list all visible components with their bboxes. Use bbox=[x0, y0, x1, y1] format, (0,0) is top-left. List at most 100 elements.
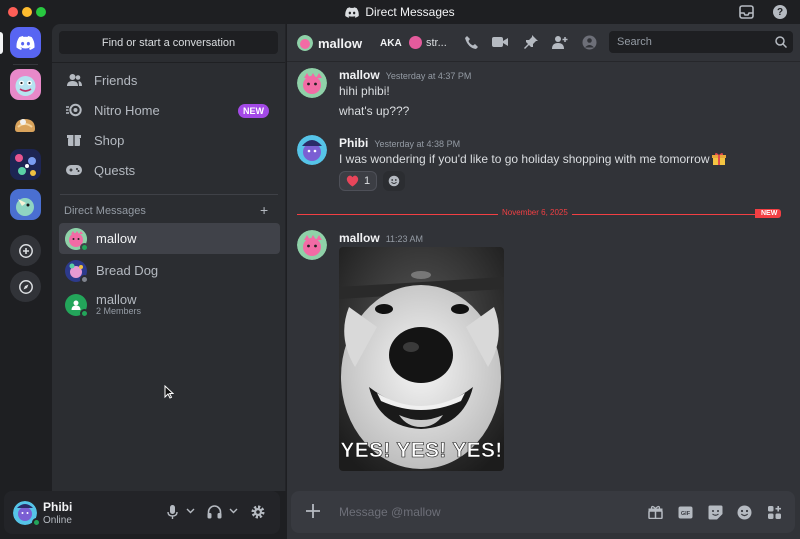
aka-avatar bbox=[409, 36, 422, 49]
headphones-icon[interactable] bbox=[207, 505, 222, 519]
audio-options-chevron-down-icon[interactable] bbox=[229, 508, 238, 514]
server-icon-flowers[interactable] bbox=[10, 149, 41, 180]
chat-header: mallow AKA str... Search bbox=[287, 24, 800, 62]
inbox-icon[interactable] bbox=[739, 5, 754, 19]
composer-area: Message @mallow GIF bbox=[287, 491, 800, 539]
settings-gear-icon[interactable] bbox=[250, 504, 266, 520]
divider-date: November 6, 2025 bbox=[498, 208, 572, 217]
message-avatar[interactable] bbox=[297, 68, 327, 98]
server-icon-bird[interactable] bbox=[10, 189, 41, 220]
window-title-text: Direct Messages bbox=[365, 5, 455, 19]
sticker-icon[interactable] bbox=[706, 503, 724, 521]
nav-shop-label: Shop bbox=[94, 132, 125, 148]
window-title: Direct Messages bbox=[0, 0, 800, 24]
message-avatar[interactable] bbox=[297, 135, 327, 165]
discord-icon bbox=[345, 6, 360, 18]
discord-logo-icon bbox=[16, 35, 35, 50]
message-header: Phibi Yesterday at 4:38 PM bbox=[339, 136, 460, 150]
dm-item-bread-dog[interactable]: Bread Dog bbox=[59, 255, 280, 286]
message-content: I was wondering if you'd like to go holi… bbox=[339, 152, 727, 166]
upload-plus-icon[interactable] bbox=[305, 503, 321, 519]
message-author[interactable]: mallow bbox=[339, 231, 380, 245]
avatar bbox=[65, 259, 89, 284]
aka-name[interactable]: str... bbox=[426, 37, 447, 49]
message-header: mallow Yesterday at 4:37 PM bbox=[339, 68, 471, 82]
message-input-placeholder: Message @mallow bbox=[339, 505, 441, 519]
sidebar-divider bbox=[52, 62, 285, 63]
message-avatar[interactable] bbox=[297, 230, 327, 260]
gift-icon[interactable] bbox=[646, 503, 664, 521]
find-conversation-button[interactable]: Find or start a conversation bbox=[59, 31, 278, 54]
quests-icon bbox=[66, 162, 82, 178]
pinned-messages-icon[interactable] bbox=[524, 35, 538, 49]
shop-icon bbox=[66, 132, 82, 148]
add-server-button[interactable] bbox=[10, 235, 41, 266]
search-input[interactable]: Search bbox=[609, 31, 793, 53]
user-panel: Phibi Online bbox=[4, 491, 280, 534]
user-profile-icon[interactable] bbox=[582, 35, 597, 50]
online-status-icon bbox=[80, 242, 89, 252]
microphone-icon[interactable] bbox=[167, 505, 178, 520]
sidebar-divider bbox=[60, 194, 278, 195]
dm-item-group-mallow[interactable]: mallow 2 Members bbox=[59, 288, 280, 322]
nav-nitro-label: Nitro Home bbox=[94, 102, 160, 118]
message-timestamp: Yesterday at 4:37 PM bbox=[385, 71, 472, 81]
server-icon-bread[interactable] bbox=[10, 109, 41, 140]
nav-shop[interactable]: Shop bbox=[59, 126, 280, 154]
rail-divider bbox=[13, 64, 38, 65]
title-bar: Direct Messages ? bbox=[0, 0, 800, 24]
voice-call-icon[interactable] bbox=[464, 35, 479, 50]
dm-item-label: mallow bbox=[96, 291, 137, 307]
gif-attachment[interactable]: YES! YES! YES! bbox=[339, 247, 504, 471]
dm-item-mallow[interactable]: mallow bbox=[59, 223, 280, 254]
search-placeholder: Search bbox=[617, 36, 652, 48]
message-list: mallow Yesterday at 4:37 PM hihi phibi! … bbox=[287, 62, 800, 491]
nitro-icon bbox=[66, 102, 82, 118]
message-author[interactable]: mallow bbox=[339, 68, 380, 82]
nav-friends[interactable]: Friends bbox=[59, 66, 280, 94]
gif-caption: YES! YES! YES! bbox=[340, 439, 503, 463]
reaction-count: 1 bbox=[363, 175, 371, 187]
help-icon[interactable]: ? bbox=[773, 5, 787, 19]
user-name: Phibi bbox=[43, 500, 73, 514]
search-icon bbox=[775, 36, 787, 48]
create-dm-button[interactable]: + bbox=[260, 202, 268, 218]
gif-icon[interactable]: GIF bbox=[676, 503, 694, 521]
mic-options-chevron-down-icon[interactable] bbox=[186, 508, 195, 514]
add-friends-to-dm-icon[interactable] bbox=[552, 35, 568, 50]
compass-icon bbox=[18, 279, 33, 294]
video-call-icon[interactable] bbox=[492, 36, 508, 48]
add-reaction-button[interactable] bbox=[383, 171, 405, 191]
message-text: what's up??? bbox=[339, 104, 410, 118]
home-button[interactable] bbox=[10, 27, 41, 58]
reaction-heart[interactable]: 1 bbox=[339, 171, 377, 191]
new-badge: NEW bbox=[238, 104, 269, 118]
apps-icon[interactable] bbox=[765, 503, 783, 521]
header-username: mallow bbox=[318, 36, 363, 51]
friends-icon bbox=[66, 72, 82, 88]
message-header: mallow 11:23 AM bbox=[339, 231, 423, 245]
message-text: I was wondering if you'd like to go holi… bbox=[339, 152, 710, 166]
svg-text:GIF: GIF bbox=[680, 511, 690, 517]
dm-item-label: Bread Dog bbox=[96, 263, 159, 278]
gift-emoji-icon bbox=[712, 152, 727, 166]
emoji-icon[interactable] bbox=[735, 503, 753, 521]
header-avatar bbox=[297, 35, 313, 51]
dm-item-label: mallow bbox=[96, 231, 137, 246]
server-rail bbox=[0, 24, 52, 539]
heart-icon bbox=[346, 175, 359, 187]
add-reaction-icon bbox=[388, 175, 400, 187]
message-author[interactable]: Phibi bbox=[339, 136, 368, 150]
dm-item-subtitle: 2 Members bbox=[96, 306, 142, 317]
group-avatar bbox=[65, 294, 89, 318]
server-icon-creature[interactable] bbox=[10, 69, 41, 100]
user-status: Online bbox=[43, 515, 72, 526]
group-icon bbox=[71, 300, 81, 310]
message-composer[interactable]: Message @mallow GIF bbox=[291, 491, 795, 533]
nav-quests[interactable]: Quests bbox=[59, 156, 280, 184]
discover-button[interactable] bbox=[10, 271, 41, 302]
online-status-icon bbox=[32, 518, 41, 527]
avatar bbox=[65, 227, 89, 252]
dm-section-header: Direct Messages bbox=[64, 205, 146, 217]
plus-icon bbox=[18, 243, 33, 258]
